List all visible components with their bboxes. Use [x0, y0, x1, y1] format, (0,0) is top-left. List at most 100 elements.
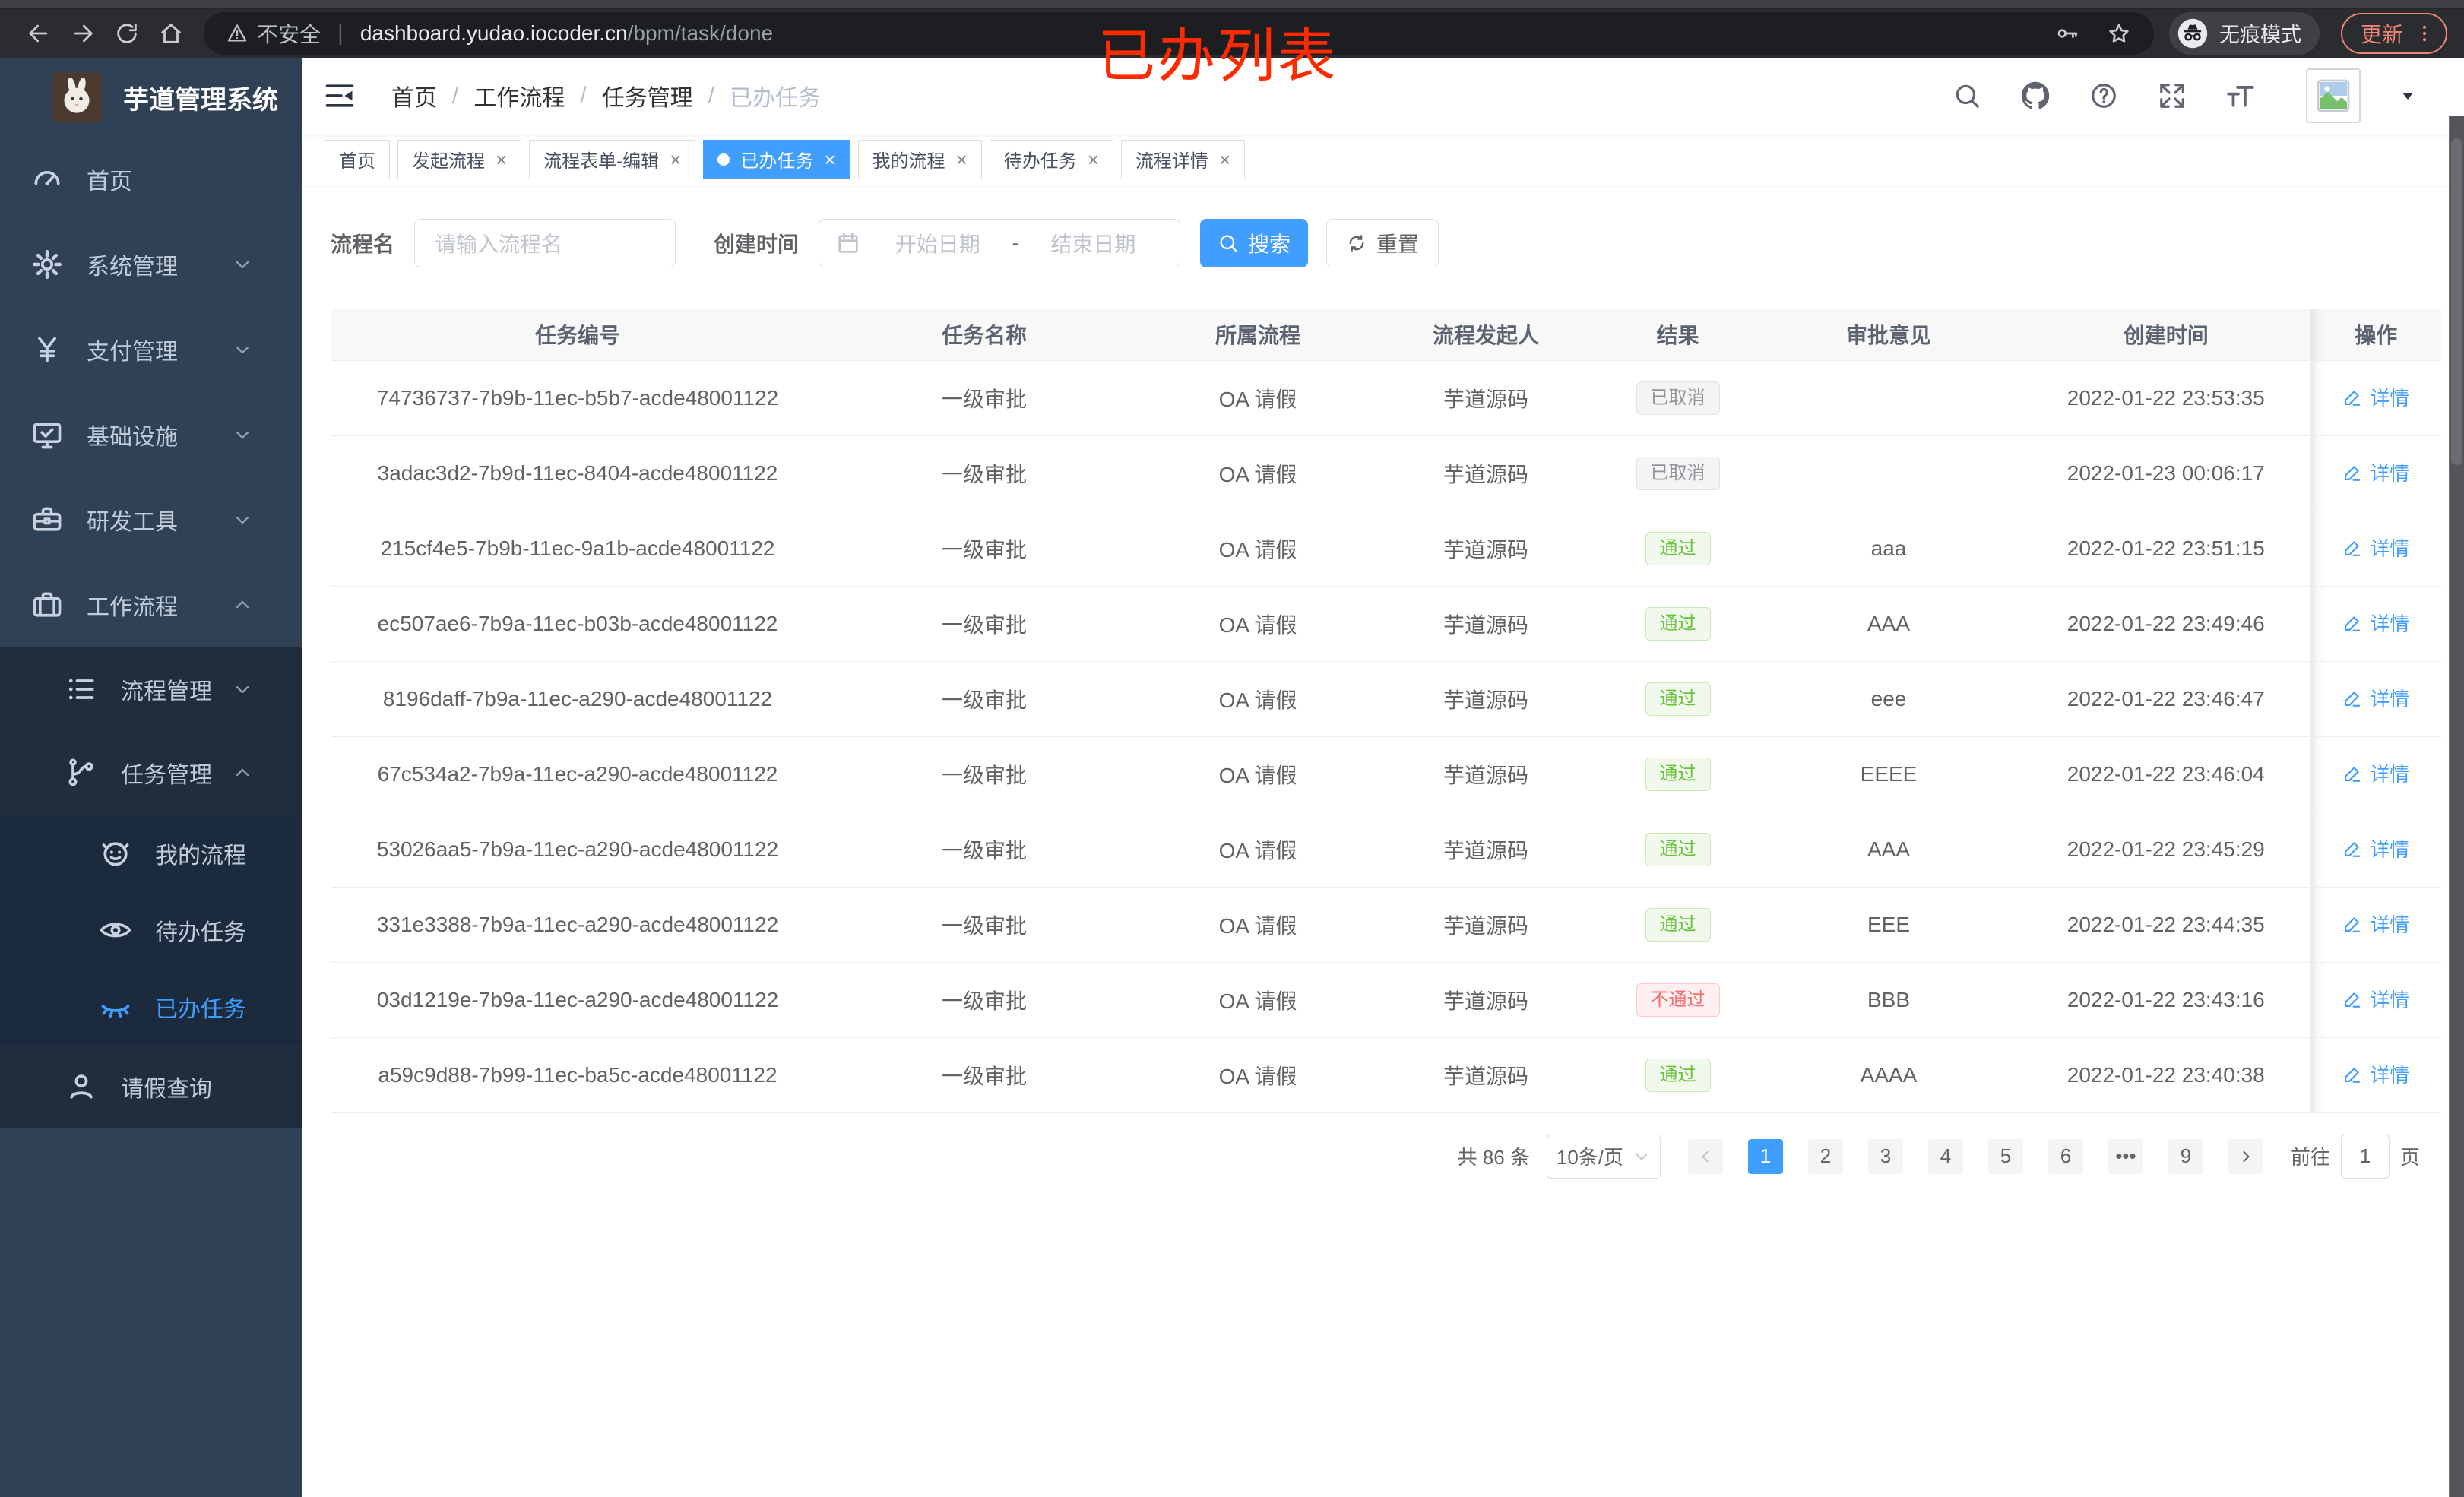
sidebar-item-process-mgmt[interactable]: 流程管理 — [0, 647, 302, 731]
detail-link[interactable]: 详情 — [2342, 458, 2409, 486]
github-button[interactable] — [2019, 79, 2052, 112]
breadcrumb-home[interactable]: 首页 — [391, 79, 437, 112]
create-time-cell: 2022-01-22 23:51:15 — [2022, 511, 2310, 587]
page-button[interactable]: 2 — [1807, 1138, 1843, 1174]
detail-label: 详情 — [2370, 1064, 2410, 1087]
process-name-input[interactable]: 请输入流程名 — [414, 219, 676, 267]
tab-start-process[interactable]: 发起流程 × — [397, 139, 522, 179]
close-icon[interactable]: × — [1219, 150, 1230, 169]
incognito-label: 无痕模式 — [2219, 24, 2301, 46]
create-time-cell: 2022-01-22 23:53:35 — [2022, 360, 2310, 436]
sidebar-item-leave-query[interactable]: 请假查询 — [0, 1045, 302, 1128]
tab-form-edit[interactable]: 流程表单-编辑 × — [529, 139, 696, 179]
tab-my-process[interactable]: 我的流程 × — [857, 139, 982, 179]
page-button[interactable]: 1 — [1747, 1138, 1783, 1174]
page-button[interactable]: 5 — [1987, 1138, 2023, 1174]
close-icon[interactable]: × — [496, 150, 507, 169]
prev-page-button[interactable] — [1687, 1138, 1723, 1174]
page-button[interactable]: 3 — [1867, 1138, 1903, 1174]
tab-label: 流程详情 — [1135, 151, 1208, 172]
edit-pen-icon — [2342, 764, 2362, 783]
breadcrumb-workflow[interactable]: 工作流程 — [473, 79, 565, 112]
tab-home[interactable]: 首页 — [325, 139, 390, 179]
navbar-actions — [1950, 68, 2417, 123]
fullscreen-button[interactable] — [2155, 79, 2189, 112]
sidebar-item-payment[interactable]: 支付管理 — [0, 307, 302, 392]
close-icon[interactable]: × — [956, 150, 968, 169]
detail-link[interactable]: 详情 — [2342, 609, 2409, 637]
reload-button[interactable] — [105, 11, 149, 55]
sidebar-item-workflow[interactable]: 工作流程 — [0, 562, 302, 647]
update-button[interactable]: 更新 — [2340, 12, 2447, 54]
page-scrollbar[interactable] — [2449, 116, 2464, 1497]
sidebar-item-task-mgmt[interactable]: 任务管理 — [0, 731, 302, 815]
detail-link[interactable]: 详情 — [2342, 533, 2409, 562]
detail-link[interactable]: 详情 — [2342, 834, 2409, 862]
comment-cell — [1756, 360, 2022, 436]
detail-link[interactable]: 详情 — [2342, 985, 2409, 1013]
detail-link[interactable]: 详情 — [2342, 684, 2409, 712]
scrollbar-thumb[interactable] — [2451, 138, 2462, 465]
sidebar-item-done-tasks[interactable]: 已办任务 — [0, 968, 302, 1045]
page-button[interactable]: 6 — [2048, 1138, 2083, 1174]
tab-done-tasks[interactable]: 已办任务 × — [703, 139, 850, 179]
search-button[interactable]: 搜索 — [1200, 219, 1309, 267]
header-search-button[interactable] — [1950, 79, 1984, 112]
reset-button[interactable]: 重置 — [1326, 219, 1439, 267]
result-cell: 通过 — [1600, 812, 1756, 888]
starter-cell: 芋道源码 — [1372, 812, 1600, 888]
sidebar-item-devtools[interactable]: 研发工具 — [0, 477, 302, 562]
result-cell: 通过 — [1600, 887, 1756, 963]
page-size-select[interactable]: 10条/页 — [1546, 1134, 1661, 1179]
date-range-picker[interactable]: 开始日期 - 结束日期 — [819, 219, 1181, 267]
font-size-button[interactable] — [2224, 79, 2257, 112]
breadcrumb-task-mgmt[interactable]: 任务管理 — [602, 79, 693, 112]
close-icon[interactable]: × — [824, 150, 835, 169]
docs-help-button[interactable] — [2087, 79, 2120, 112]
next-page-button[interactable] — [2228, 1138, 2263, 1174]
comment-cell: AAAA — [1756, 1037, 2022, 1113]
action-cell: 详情 — [2310, 887, 2441, 963]
avatar[interactable] — [2306, 68, 2361, 123]
result-cell: 通过 — [1600, 586, 1756, 662]
total-count: 共 86 条 — [1457, 1146, 1530, 1169]
sidebar-item-label: 流程管理 — [121, 679, 212, 704]
detail-link[interactable]: 详情 — [2342, 383, 2409, 411]
sidebar-item-infra[interactable]: 基础设施 — [0, 392, 302, 477]
back-button[interactable] — [17, 11, 61, 55]
home-button[interactable] — [149, 11, 193, 55]
tab-todo-tasks[interactable]: 待办任务 × — [989, 139, 1113, 179]
caret-down-icon[interactable] — [2399, 87, 2417, 105]
edit-pen-icon — [2342, 1065, 2362, 1084]
sidebar-fold-icon[interactable] — [323, 79, 356, 112]
goto-page-input[interactable] — [2340, 1134, 2390, 1179]
task-id-cell: 74736737-7b9b-11ec-b5b7-acde48001122 — [331, 360, 825, 436]
detail-link[interactable]: 详情 — [2342, 1060, 2409, 1088]
sidebar-item-home[interactable]: 首页 — [0, 137, 302, 222]
bookmark-star-icon[interactable] — [2107, 21, 2131, 46]
task-name-cell: 一级审批 — [825, 435, 1144, 511]
more-vert-icon[interactable] — [2414, 23, 2435, 44]
detail-link[interactable]: 详情 — [2342, 759, 2409, 787]
close-icon[interactable]: × — [670, 150, 681, 169]
task-name-cell: 一级审批 — [825, 360, 1144, 436]
tab-process-detail[interactable]: 流程详情 × — [1120, 139, 1246, 179]
sidebar-item-my-process[interactable]: 我的流程 — [0, 815, 302, 891]
sidebar-item-todo-tasks[interactable]: 待办任务 — [0, 891, 302, 968]
password-key-icon[interactable] — [2055, 21, 2079, 46]
page-button[interactable]: 4 — [1927, 1138, 1963, 1174]
forward-button[interactable] — [61, 11, 105, 55]
logo-row[interactable]: 芋道管理系统 — [0, 58, 302, 137]
detail-link[interactable]: 详情 — [2342, 910, 2409, 938]
robot-icon — [99, 837, 132, 870]
sidebar-item-system[interactable]: 系统管理 — [0, 222, 302, 307]
refresh-icon — [1346, 233, 1367, 254]
close-icon[interactable]: × — [1088, 150, 1099, 169]
browser-chrome: 不安全 | dashboard.yudao.iocoder.cn/bpm/tas… — [0, 0, 2464, 89]
column-header: 审批意见 — [1756, 309, 2022, 361]
task-name-cell: 一级审批 — [825, 812, 1144, 888]
page-button[interactable]: 9 — [2168, 1138, 2203, 1174]
task-id-cell: 215cf4e5-7b9b-11ec-9a1b-acde48001122 — [331, 511, 825, 587]
chevron-down-icon — [232, 254, 253, 275]
page-ellipsis-button[interactable]: ••• — [2108, 1138, 2143, 1174]
